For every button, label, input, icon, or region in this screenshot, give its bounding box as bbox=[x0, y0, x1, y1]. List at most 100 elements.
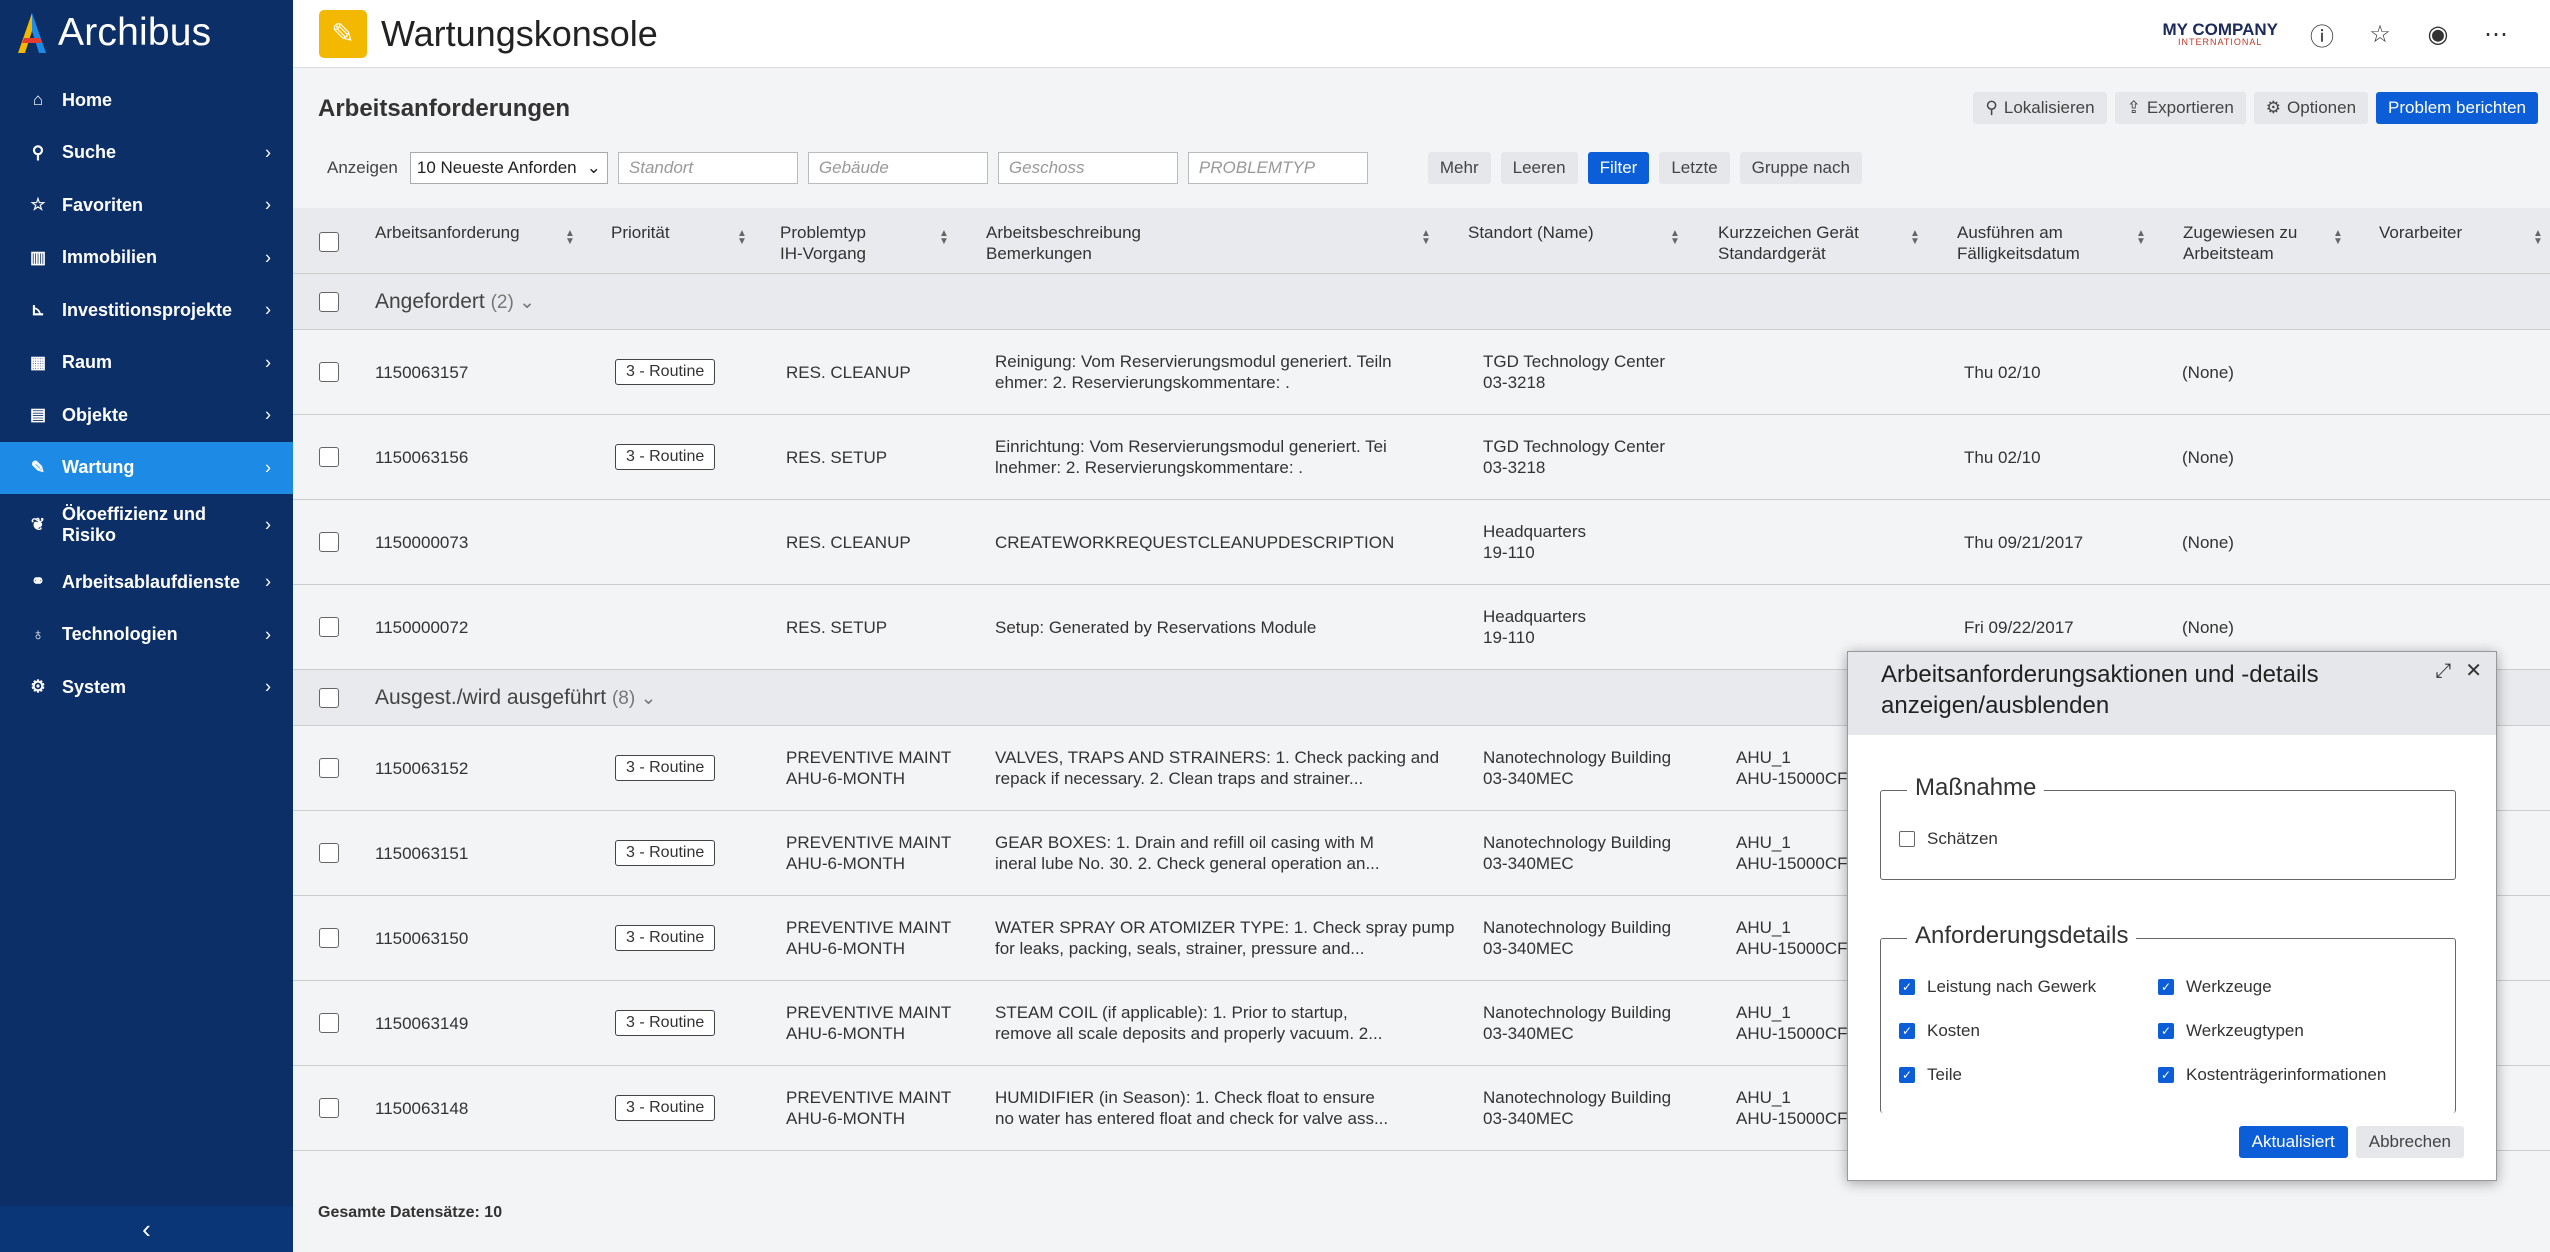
home-icon: ⌂ bbox=[32, 90, 44, 110]
work-request-id[interactable]: 1150063150 bbox=[375, 928, 468, 949]
tools-checkbox[interactable]: ✓ Werkzeuge bbox=[2158, 977, 2272, 997]
sort-icon[interactable]: ▲ ▼ bbox=[1910, 229, 1920, 247]
due-date: Thu 02/10 bbox=[1964, 363, 2041, 382]
row-select-checkbox[interactable] bbox=[319, 617, 339, 637]
row-select-checkbox[interactable] bbox=[319, 1098, 339, 1118]
locate-button[interactable]: ⚲ Lokalisieren bbox=[1973, 92, 2107, 124]
favorites-star-icon[interactable]: ☆ bbox=[2366, 20, 2394, 48]
row-select-checkbox[interactable] bbox=[319, 928, 339, 948]
column-header-work-request[interactable]: Arbeitsanforderung bbox=[375, 222, 520, 243]
last-button[interactable]: Letzte bbox=[1659, 152, 1730, 184]
cost-center-checkbox[interactable]: ✓ Kostenträgerinformationen bbox=[2158, 1065, 2386, 1085]
sidebar-item-workflow[interactable]: ⚭ Arbeitsablaufdienste › bbox=[0, 556, 293, 609]
column-header-location[interactable]: Standort (Name) bbox=[1468, 222, 1594, 243]
room-code: 03-340MEC bbox=[1483, 1109, 1574, 1128]
archibus-logo[interactable]: Archibus bbox=[0, 0, 293, 66]
sidebar-item-label: Investitionsprojekte bbox=[62, 299, 233, 320]
group-select-checkbox[interactable] bbox=[319, 292, 339, 312]
select-all-checkbox[interactable] bbox=[319, 232, 339, 252]
sidebar-item-real-estate[interactable]: ▥ Immobilien › bbox=[0, 232, 293, 285]
building-input[interactable]: Gebäude bbox=[807, 152, 988, 184]
work-request-id[interactable]: 1150063152 bbox=[375, 758, 468, 779]
location-input[interactable]: Standort bbox=[617, 152, 798, 184]
row-select-checkbox[interactable] bbox=[319, 758, 339, 778]
collapse-sidebar-button[interactable]: ‹ bbox=[0, 1206, 293, 1252]
floor-input[interactable]: Geschoss bbox=[997, 152, 1178, 184]
options-button[interactable]: ⚙ Optionen bbox=[2253, 92, 2369, 124]
sidebar-item-space[interactable]: ▦ Raum › bbox=[0, 337, 293, 390]
tool-types-checkbox[interactable]: ✓ Werkzeugtypen bbox=[2158, 1021, 2304, 1041]
chevron-right-icon: › bbox=[265, 194, 271, 215]
checkbox-label: Kostenträgerinformationen bbox=[2186, 1065, 2387, 1084]
sidebar-item-assets[interactable]: ▤ Objekte › bbox=[0, 389, 293, 442]
group-header[interactable]: Angefordert (2) ⌄ bbox=[293, 274, 2550, 330]
sidebar-item-eco-risk[interactable]: ❦ Ökoeffizienz und Risiko › bbox=[0, 494, 293, 556]
description-line: remove all scale deposits and properly v… bbox=[995, 1024, 1383, 1043]
work-request-id[interactable]: 1150063148 bbox=[375, 1098, 468, 1119]
sort-icon[interactable]: ▲ ▼ bbox=[1670, 229, 1680, 247]
report-problem-button[interactable]: Problem berichten bbox=[2376, 92, 2538, 124]
work-request-id[interactable]: 1150063149 bbox=[375, 1013, 468, 1034]
more-button[interactable]: Mehr bbox=[1427, 152, 1491, 184]
problem-type-input[interactable]: PROBLEMTYP bbox=[1187, 152, 1368, 184]
sidebar-item-home[interactable]: ⌂ Home bbox=[0, 74, 293, 127]
cancel-button[interactable]: Abbrechen bbox=[2355, 1126, 2464, 1158]
work-request-id[interactable]: 1150063156 bbox=[375, 447, 468, 468]
problem-type-cell: PREVENTIVE MAINT AHU-6-MONTH bbox=[786, 1002, 951, 1044]
sort-icon[interactable]: ▲ ▼ bbox=[1421, 229, 1431, 247]
parts-checkbox[interactable]: ✓ Teile bbox=[1899, 1065, 1962, 1085]
group-select-checkbox[interactable] bbox=[319, 688, 339, 708]
row-select-checkbox[interactable] bbox=[319, 843, 339, 863]
row-select-checkbox[interactable] bbox=[319, 532, 339, 552]
description-line: repack if necessary. 2. Clean traps and … bbox=[995, 769, 1364, 788]
more-options-icon[interactable]: ⋯ bbox=[2482, 20, 2510, 48]
expand-icon[interactable]: ⤢ bbox=[2435, 656, 2451, 687]
sidebar-item-maintenance[interactable]: ✎ Wartung › bbox=[0, 441, 293, 494]
column-header-description[interactable]: Arbeitsbeschreibung Bemerkungen bbox=[986, 222, 1141, 264]
export-button[interactable]: ⇪ Exportieren bbox=[2114, 92, 2246, 124]
sort-icon[interactable]: ▲ ▼ bbox=[2533, 229, 2543, 247]
sort-icon[interactable]: ▲ ▼ bbox=[565, 229, 575, 247]
column-header-assigned-to[interactable]: Zugewiesen zu Arbeitsteam bbox=[2183, 222, 2297, 264]
clear-button[interactable]: Leeren bbox=[1500, 152, 1578, 184]
column-header-equipment[interactable]: Kurzzeichen Gerät Standardgerät bbox=[1718, 222, 1859, 264]
sort-icon[interactable]: ▲ ▼ bbox=[2333, 229, 2343, 247]
group-by-button[interactable]: Gruppe nach bbox=[1739, 152, 1862, 184]
checkbox-checked: ✓ bbox=[1899, 979, 1915, 995]
sort-icon[interactable]: ▲ ▼ bbox=[2136, 229, 2146, 247]
sidebar-item-favorites[interactable]: ☆ Favoriten › bbox=[0, 179, 293, 232]
column-header-due-date[interactable]: Ausführen am Fälligkeitsdatum bbox=[1957, 222, 2080, 264]
sort-icon[interactable]: ▲ ▼ bbox=[737, 229, 747, 247]
row-select-checkbox[interactable] bbox=[319, 362, 339, 382]
labor-by-trade-checkbox[interactable]: ✓ Leistung nach Gewerk bbox=[1899, 977, 2096, 997]
filter-button[interactable]: Filter bbox=[1587, 152, 1650, 184]
sidebar-item-search[interactable]: ⚲ Suche › bbox=[0, 127, 293, 180]
sort-icon[interactable]: ▲ ▼ bbox=[939, 229, 949, 247]
close-icon[interactable]: ✕ bbox=[2465, 656, 2482, 687]
table-row[interactable]: 1150063156 3 - Routine RES. SETUP Einrichtu… bbox=[293, 415, 2550, 500]
estimate-checkbox[interactable]: Schätzen bbox=[1899, 829, 1998, 849]
sidebar-item-system[interactable]: ⚙ System › bbox=[0, 661, 293, 714]
column-header-supervisor[interactable]: Vorarbeiter bbox=[2379, 222, 2462, 243]
work-request-id[interactable]: 1150063157 bbox=[375, 362, 468, 383]
work-request-id[interactable]: 1150000072 bbox=[375, 617, 468, 638]
description-cell: WATER SPRAY OR ATOMIZER TYPE: 1. Check s… bbox=[995, 917, 1454, 959]
chevron-down-icon[interactable]: ⌄ bbox=[635, 688, 656, 709]
work-request-id[interactable]: 1150000073 bbox=[375, 532, 468, 553]
show-select[interactable]: 10 Neueste Anforden ⌄ bbox=[409, 152, 608, 184]
column-header-priority[interactable]: Priorität bbox=[611, 222, 670, 243]
table-row[interactable]: 1150000073 RES. CLEANUP CREATEWORKREQUESTC… bbox=[293, 500, 2550, 585]
user-account-icon[interactable]: ◉ bbox=[2424, 20, 2452, 48]
column-header-problem-type[interactable]: Problemtyp IH-Vorgang bbox=[780, 222, 866, 264]
chevron-left-icon: ‹ bbox=[142, 1213, 151, 1244]
update-button[interactable]: Aktualisiert bbox=[2238, 1126, 2348, 1158]
chevron-down-icon[interactable]: ⌄ bbox=[514, 292, 535, 313]
row-select-checkbox[interactable] bbox=[319, 447, 339, 467]
row-select-checkbox[interactable] bbox=[319, 1013, 339, 1033]
table-row[interactable]: 1150063157 3 - Routine RES. CLEANUP Reinigu… bbox=[293, 330, 2550, 415]
work-request-id[interactable]: 1150063151 bbox=[375, 843, 468, 864]
sidebar-item-capital-projects[interactable]: ⊾ Investitionsprojekte › bbox=[0, 284, 293, 337]
help-icon[interactable]: ⓘ bbox=[2308, 20, 2336, 51]
costs-checkbox[interactable]: ✓ Kosten bbox=[1899, 1021, 1980, 1041]
sidebar-item-technologies[interactable]: ♁ Technologien › bbox=[0, 609, 293, 662]
